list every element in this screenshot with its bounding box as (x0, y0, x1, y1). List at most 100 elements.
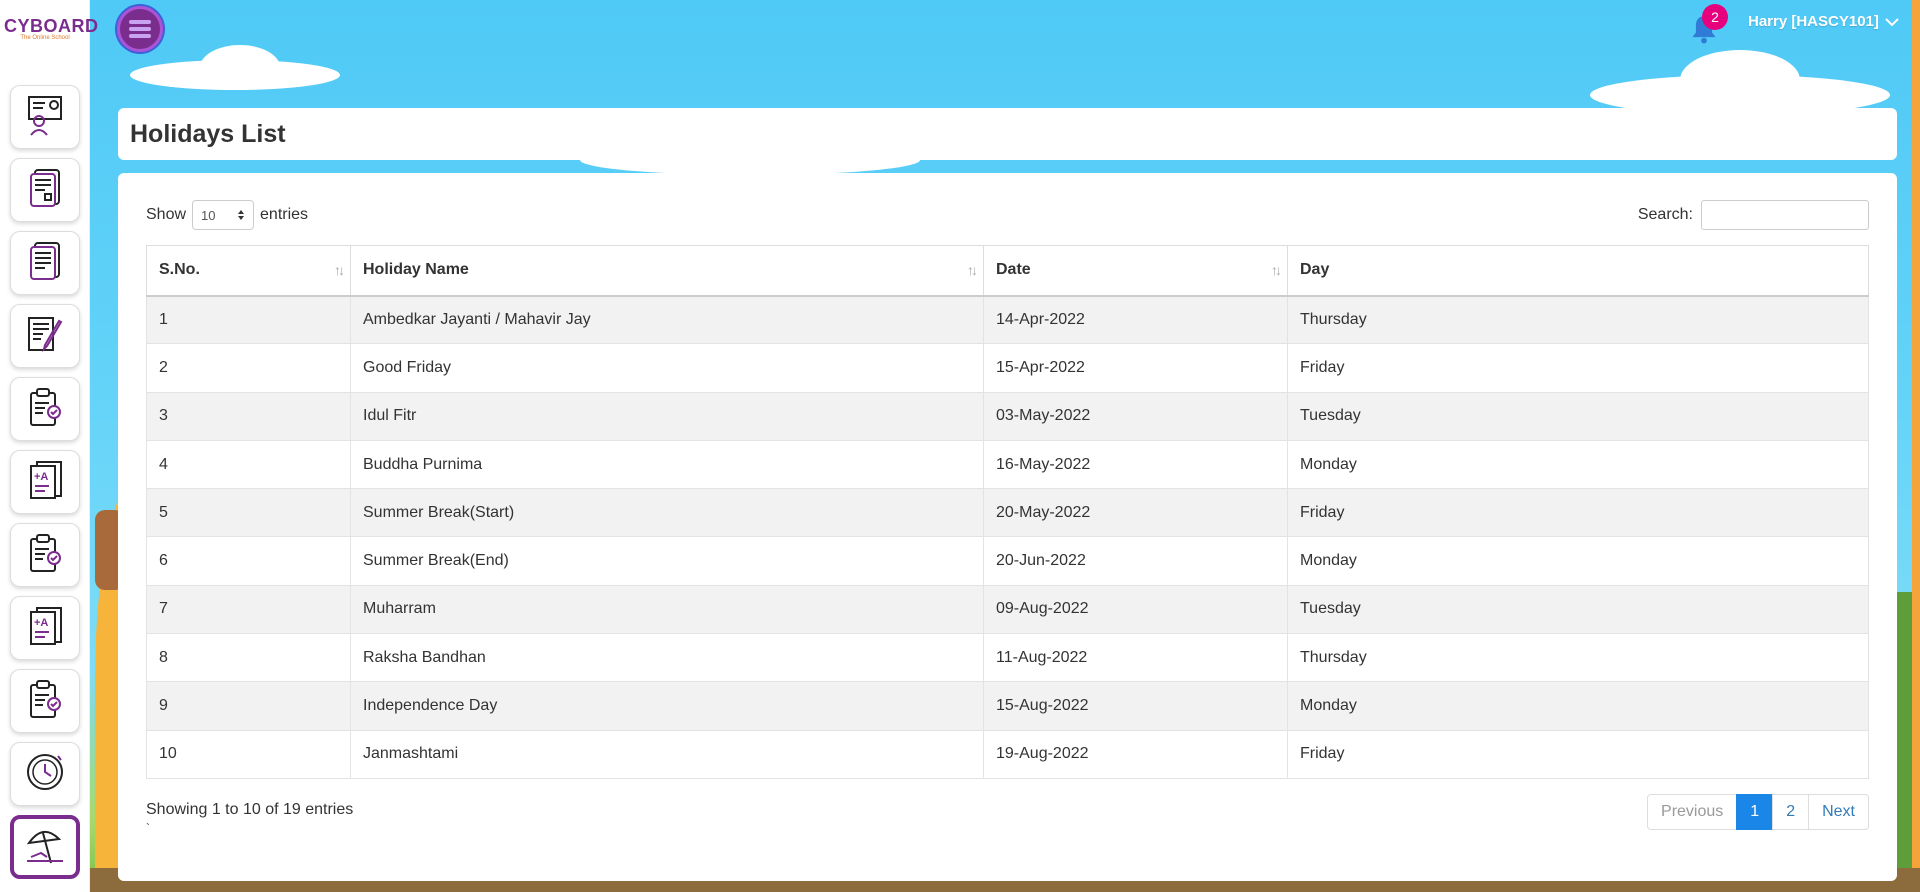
cell-sno: 1 (146, 294, 351, 345)
sort-icon: ↑↓ (1271, 262, 1282, 278)
cell-holiday-name: Janmashtami (350, 729, 984, 779)
cell-holiday-name: Muharram (350, 584, 984, 635)
cell-date: 20-May-2022 (983, 488, 1288, 538)
table-row: 10 Janmashtami 19-Aug-2022 Friday (146, 729, 1869, 779)
cell-sno: 7 (146, 584, 351, 635)
sidebar: CYBOARD The Online School +A +A (0, 0, 98, 892)
search-label: Search: (1637, 206, 1693, 223)
column-label: Date (996, 261, 1031, 279)
column-header-day[interactable]: Day (1287, 245, 1869, 297)
cell-sno: 8 (146, 633, 351, 683)
column-label: Day (1300, 261, 1330, 279)
report-sheet-icon (23, 239, 67, 288)
page-button-2[interactable]: 2 (1772, 793, 1810, 830)
hamburger-icon (129, 17, 151, 41)
cell-day: Tuesday (1287, 584, 1869, 635)
page-size-control: Show 10 entries (146, 200, 308, 230)
grade-document-icon: +A (23, 604, 67, 653)
user-menu[interactable]: Harry [HASCY101] (1748, 13, 1899, 30)
cell-holiday-name: Independence Day (350, 681, 984, 731)
cell-date: 19-Aug-2022 (983, 729, 1288, 779)
table-body: 1 Ambedkar Jayanti / Mahavir Jay 14-Apr-20… (146, 294, 1869, 779)
cell-day: Thursday (1287, 294, 1869, 345)
previous-page-button[interactable]: Previous (1647, 793, 1738, 830)
cell-date: 03-May-2022 (983, 391, 1288, 441)
menu-toggle-button[interactable] (117, 6, 163, 52)
sidebar-item[interactable] (10, 304, 80, 368)
notification-badge: 2 (1702, 4, 1728, 30)
sidebar-item[interactable] (10, 742, 80, 806)
page-button-1[interactable]: 1 (1736, 793, 1774, 830)
pagination: Previous 1 2 Next (1647, 793, 1869, 830)
cell-date: 11-Aug-2022 (983, 633, 1288, 683)
entries-label: entries (260, 206, 309, 223)
column-header-date[interactable]: Date ↑↓ (983, 245, 1288, 297)
page-header: Holidays List (118, 108, 1897, 160)
grade-document-icon: +A (23, 458, 67, 507)
sidebar-item[interactable] (10, 669, 80, 733)
app-logo[interactable]: CYBOARD The Online School (4, 16, 98, 44)
table-row: 9 Independence Day 15-Aug-2022 Monday (146, 681, 1869, 731)
entries-info: Showing 1 to 10 of 19 entries (146, 800, 354, 818)
cell-date: 15-Apr-2022 (983, 343, 1288, 393)
cell-holiday-name: Summer Break(End) (350, 536, 984, 586)
cell-date: 20-Jun-2022 (983, 536, 1288, 586)
page-size-value: 10 (201, 207, 216, 223)
cell-holiday-name: Good Friday (350, 343, 984, 393)
chevron-down-icon (1885, 17, 1899, 26)
cell-holiday-name: Idul Fitr (350, 391, 984, 441)
cell-day: Tuesday (1287, 391, 1869, 441)
cell-day: Monday (1287, 681, 1869, 731)
page-size-select[interactable]: 10 (192, 200, 255, 230)
search-control: Search: (1638, 200, 1869, 230)
sidebar-item[interactable] (10, 815, 80, 879)
cell-holiday-name: Ambedkar Jayanti / Mahavir Jay (350, 294, 984, 345)
table-row: 5 Summer Break(Start) 20-May-2022 Friday (146, 488, 1869, 538)
teacher-board-icon (23, 93, 67, 142)
clipboard-check-icon (23, 531, 67, 580)
show-label: Show (146, 206, 187, 223)
column-label: Holiday Name (363, 261, 469, 279)
sidebar-item[interactable] (10, 85, 80, 149)
user-name: Harry [HASCY101] (1748, 13, 1879, 30)
table-row: 7 Muharram 09-Aug-2022 Tuesday (146, 584, 1869, 635)
cell-day: Friday (1287, 729, 1869, 779)
column-header-holiday-name[interactable]: Holiday Name ↑↓ (350, 245, 984, 297)
svg-text:+A: +A (34, 471, 48, 483)
cell-sno: 10 (146, 729, 351, 779)
cell-day: Thursday (1287, 633, 1869, 683)
cell-holiday-name: Summer Break(Start) (350, 488, 984, 538)
cell-day: Friday (1287, 343, 1869, 393)
sidebar-item[interactable] (10, 231, 80, 295)
cell-date: 09-Aug-2022 (983, 584, 1288, 635)
table-header-row: S.No. ↑↓ Holiday Name ↑↓ Date ↑↓ Day (146, 245, 1869, 297)
sidebar-item[interactable]: +A (10, 596, 80, 660)
sidebar-item[interactable] (10, 377, 80, 441)
sidebar-item[interactable]: +A (10, 450, 80, 514)
clipboard-check-icon (23, 385, 67, 434)
cell-sno: 4 (146, 439, 351, 490)
cell-date: 15-Aug-2022 (983, 681, 1288, 731)
cell-day: Monday (1287, 439, 1869, 490)
table-row: 6 Summer Break(End) 20-Jun-2022 Monday (146, 536, 1869, 586)
holidays-card: Show 10 entries Search: S.No. ↑↓ Holiday… (118, 173, 1897, 881)
sidebar-item[interactable] (10, 523, 80, 587)
next-page-button[interactable]: Next (1808, 793, 1869, 830)
clock-icon (23, 750, 67, 799)
sidebar-item[interactable] (10, 158, 80, 222)
table-toolbar: Show 10 entries Search: (146, 199, 1869, 231)
cell-sno: 2 (146, 343, 351, 393)
clipboard-check-icon (23, 677, 67, 726)
holidays-table: S.No. ↑↓ Holiday Name ↑↓ Date ↑↓ Day 1 Am… (146, 245, 1869, 779)
newspaper-icon (23, 166, 67, 215)
sort-icon: ↑↓ (334, 262, 345, 278)
cell-date: 16-May-2022 (983, 439, 1288, 490)
cell-holiday-name: Buddha Purnima (350, 439, 984, 490)
table-row: 2 Good Friday 15-Apr-2022 Friday (146, 343, 1869, 393)
select-arrows-icon (238, 210, 245, 220)
page-title: Holidays List (130, 119, 286, 148)
column-header-sno[interactable]: S.No. ↑↓ (146, 245, 351, 297)
table-footer: Showing 1 to 10 of 19 entries ` Previous… (146, 789, 1869, 835)
search-input[interactable] (1701, 200, 1869, 230)
table-row: 8 Raksha Bandhan 11-Aug-2022 Thursday (146, 633, 1869, 683)
